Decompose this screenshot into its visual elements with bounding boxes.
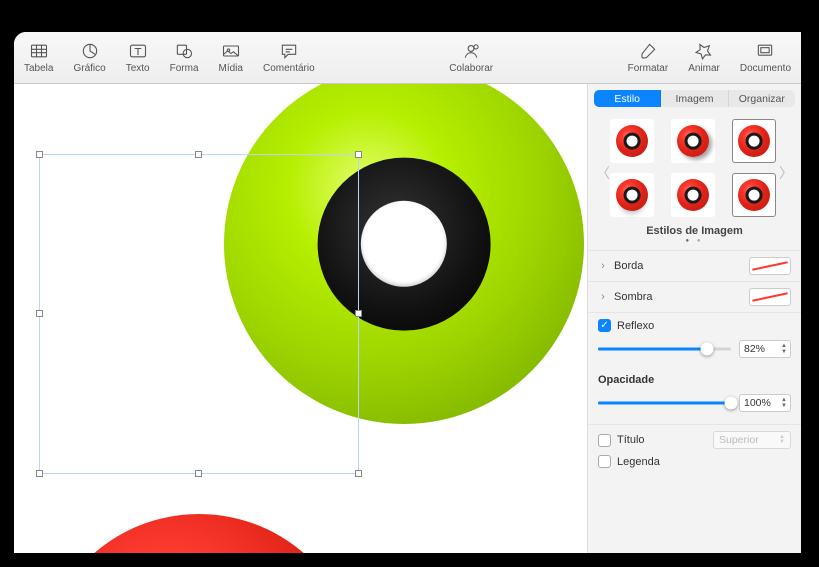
disclosure-icon[interactable]: › — [598, 291, 608, 303]
tab-style[interactable]: Estilo — [594, 90, 661, 107]
image-style-option[interactable] — [671, 119, 715, 163]
opacity-slider-row: 100% ▲▼ — [588, 392, 801, 424]
toolbar-label: Colaborar — [449, 63, 493, 74]
toolbar-label: Formatar — [628, 63, 669, 74]
image-style-option[interactable] — [732, 119, 776, 163]
chart-icon — [79, 41, 101, 61]
chevron-updown-icon: ▲▼ — [779, 435, 785, 445]
image-styles-title: Estilos de Imagem — [588, 225, 801, 237]
reflection-row: Reflexo — [588, 312, 801, 338]
reflection-label: Reflexo — [617, 320, 791, 332]
reflection-value-field[interactable]: 82% ▲▼ — [739, 340, 791, 358]
disclosure-icon[interactable]: › — [598, 260, 608, 272]
opacity-row: Opacidade — [588, 364, 801, 392]
tab-arrange[interactable]: Organizar — [729, 90, 795, 107]
toolbar-label: Documento — [740, 63, 791, 74]
toolbar-label: Tabela — [24, 63, 53, 74]
toolbar-table-button[interactable]: Tabela — [20, 37, 57, 78]
border-row: › Borda — [588, 250, 801, 281]
toolbar-text-button[interactable]: Texto — [122, 37, 154, 78]
toolbar-animate-button[interactable]: Animar — [684, 37, 724, 78]
toolbar-shape-button[interactable]: Forma — [166, 37, 203, 78]
toolbar-label: Mídia — [219, 63, 243, 74]
inspector-tabs: Estilo Imagem Organizar — [594, 90, 795, 107]
opacity-label: Opacidade — [598, 374, 791, 386]
shadow-label: Sombra — [614, 291, 743, 303]
toolbar-format-button[interactable]: Formatar — [624, 37, 673, 78]
resize-handle[interactable] — [36, 470, 43, 477]
border-label: Borda — [614, 260, 743, 272]
media-icon — [220, 41, 242, 61]
opacity-slider[interactable] — [598, 396, 731, 410]
collaborate-icon — [460, 41, 482, 61]
reflection-slider[interactable] — [598, 342, 731, 356]
resize-handle[interactable] — [36, 310, 43, 317]
image-styles-grid — [588, 113, 801, 223]
image-style-option[interactable] — [671, 173, 715, 217]
toolbar-document-button[interactable]: Documento — [736, 37, 795, 78]
text-icon — [127, 41, 149, 61]
toolbar-label: Forma — [170, 63, 199, 74]
toolbar-chart-button[interactable]: Gráfico — [69, 37, 109, 78]
resize-handle[interactable] — [36, 151, 43, 158]
reflection-checkbox[interactable] — [598, 319, 611, 332]
toolbar-media-button[interactable]: Mídia — [215, 37, 247, 78]
shadow-row: › Sombra — [588, 281, 801, 312]
reflection-slider-row: 82% ▲▼ — [588, 338, 801, 364]
resize-handle[interactable] — [195, 470, 202, 477]
caption-row: Legenda — [588, 455, 801, 474]
animate-icon — [693, 41, 715, 61]
toolbar-label: Texto — [126, 63, 150, 74]
title-row: Título Superior ▲▼ — [588, 424, 801, 455]
resize-handle[interactable] — [195, 151, 202, 158]
title-position-popup[interactable]: Superior ▲▼ — [713, 431, 791, 449]
slide-canvas[interactable] — [14, 84, 587, 553]
image-style-option[interactable] — [610, 119, 654, 163]
reflection-value: 82% — [744, 343, 778, 355]
format-inspector: Estilo Imagem Organizar 〈 〉 Estilos de I… — [587, 84, 801, 553]
tab-image[interactable]: Imagem — [661, 90, 728, 107]
shadow-swatch[interactable] — [749, 288, 791, 306]
resize-handle[interactable] — [355, 310, 362, 317]
toolbar: Tabela Gráfico Texto Forma Mídia Comentá… — [14, 32, 801, 84]
red-wheel-image[interactable] — [39, 514, 359, 553]
page-dots[interactable]: ● ● — [588, 238, 801, 244]
title-checkbox[interactable] — [598, 434, 611, 447]
border-swatch[interactable] — [749, 257, 791, 275]
stepper-arrows-icon[interactable]: ▲▼ — [778, 397, 790, 409]
selection-box[interactable] — [39, 154, 359, 474]
opacity-value: 100% — [744, 397, 778, 409]
toolbar-collaborate-button[interactable]: Colaborar — [445, 37, 497, 78]
document-icon — [754, 41, 776, 61]
resize-handle[interactable] — [355, 470, 362, 477]
toolbar-comment-button[interactable]: Comentário — [259, 37, 319, 78]
title-label: Título — [617, 434, 707, 446]
toolbar-label: Gráfico — [73, 63, 105, 74]
brush-icon — [637, 41, 659, 61]
caption-checkbox[interactable] — [598, 455, 611, 468]
resize-handle[interactable] — [355, 151, 362, 158]
toolbar-label: Animar — [688, 63, 720, 74]
title-position-value: Superior — [719, 434, 759, 446]
shape-icon — [173, 41, 195, 61]
caption-label: Legenda — [617, 456, 791, 468]
table-icon — [28, 41, 50, 61]
comment-icon — [278, 41, 300, 61]
opacity-value-field[interactable]: 100% ▲▼ — [739, 394, 791, 412]
toolbar-label: Comentário — [263, 63, 315, 74]
image-style-option[interactable] — [732, 173, 776, 217]
image-style-option[interactable] — [610, 173, 654, 217]
stepper-arrows-icon[interactable]: ▲▼ — [778, 343, 790, 355]
